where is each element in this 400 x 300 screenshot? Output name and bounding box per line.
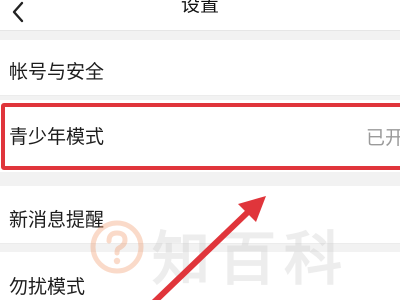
navigation-bar: 设置 <box>0 0 400 31</box>
settings-item-label: 勿扰模式 <box>9 276 86 298</box>
settings-page: 设置 帐号与安全 青少年模式 已开 新消息提醒 勿扰模式 知百科 <box>0 0 400 300</box>
settings-item-label: 新消息提醒 <box>9 209 105 231</box>
settings-item-new-message-alert[interactable]: 新消息提醒 <box>0 186 400 244</box>
settings-item-label: 帐号与安全 <box>9 61 105 83</box>
settings-item-account-security[interactable]: 帐号与安全 <box>0 40 400 96</box>
settings-item-do-not-disturb[interactable]: 勿扰模式 <box>0 252 400 300</box>
page-title: 设置 <box>180 0 219 16</box>
annotation-highlight-box <box>1 103 400 170</box>
